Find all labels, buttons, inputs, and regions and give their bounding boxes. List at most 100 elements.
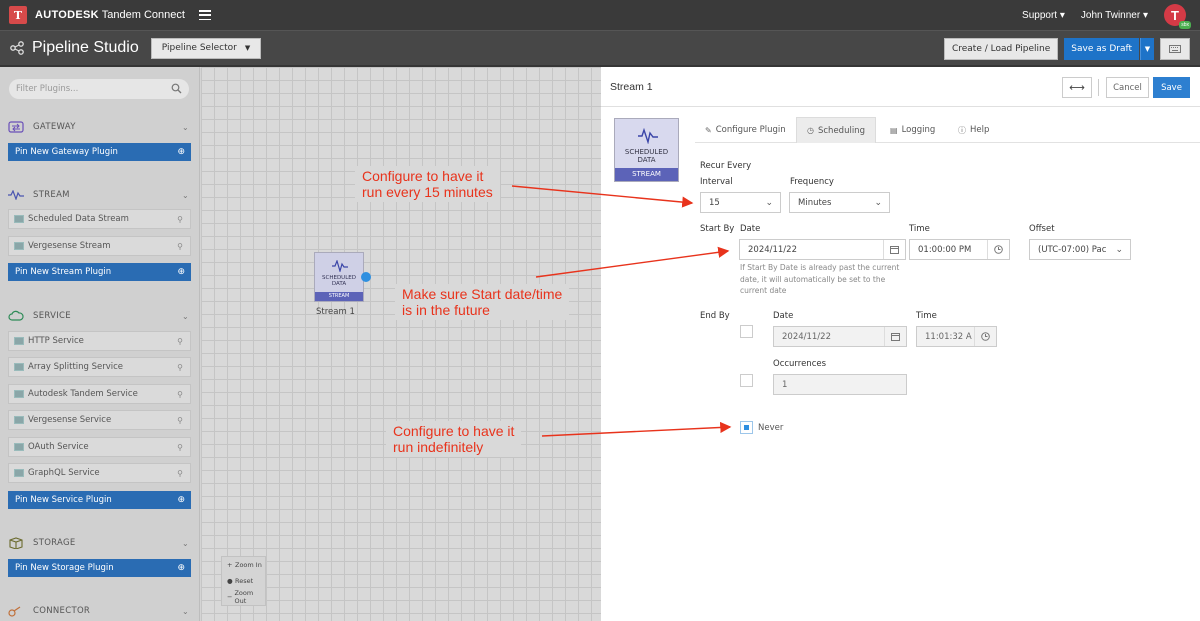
chevron-down-icon: ⌄ — [1115, 244, 1123, 255]
save-as-draft-button[interactable]: Save as Draft — [1064, 38, 1139, 60]
tab-logging[interactable]: ▤ Logging — [880, 117, 945, 143]
pin-icon[interactable]: ⚲ — [177, 416, 183, 425]
occurrences-label: Occurrences — [773, 359, 827, 369]
pin-gateway-plugin-button[interactable]: Pin New Gateway Plugin ⊕ — [8, 143, 191, 161]
zoom-controls: + Zoom In ● Reset − Zoom Out — [221, 556, 266, 606]
never-checkbox[interactable] — [740, 421, 753, 434]
pin-label: Pin New Service Plugin — [15, 495, 112, 505]
hamburger-menu-icon[interactable] — [198, 10, 211, 20]
occurrences-checkbox[interactable] — [740, 374, 753, 387]
connector-icon — [8, 605, 26, 617]
clock-icon[interactable] — [974, 327, 996, 346]
pipeline-canvas[interactable]: SCHEDULED DATA STREAM Stream 1 + Zoom In ●… — [201, 67, 601, 621]
pipeline-selector-label: Pipeline Selector — [161, 43, 237, 53]
pipeline-share-icon — [10, 41, 24, 55]
clock-icon: ◷ — [807, 126, 814, 135]
plugin-sidebar: Filter Plugins... GATEWAY ⌄ Pin New Gate… — [0, 67, 200, 621]
stream-node[interactable]: SCHEDULED DATA STREAM — [314, 252, 364, 302]
calendar-icon[interactable] — [883, 240, 905, 259]
offset-select[interactable]: (UTC-07:00) Pac ⌄ — [1029, 239, 1131, 260]
top-bar: T AUTODESK Tandem Connect Support ▾ John… — [0, 0, 1200, 30]
support-menu[interactable]: Support ▾ — [1022, 10, 1065, 21]
plugin-vergesense-stream[interactable]: Vergesense Stream ⚲ — [8, 236, 191, 256]
expand-arrows-icon[interactable]: ⟷ — [1062, 77, 1092, 98]
section-connector[interactable]: CONNECTOR ⌄ — [8, 602, 192, 620]
pin-icon[interactable]: ⚲ — [177, 390, 183, 399]
interval-select[interactable]: 15 ⌄ — [700, 192, 781, 213]
section-service[interactable]: SERVICE ⌄ — [8, 307, 192, 325]
cancel-button[interactable]: Cancel — [1106, 77, 1149, 98]
calendar-icon[interactable] — [884, 327, 906, 346]
tab-configure-plugin[interactable]: ✎ Configure Plugin — [695, 117, 796, 143]
chevron-down-icon: ⌄ — [874, 197, 882, 208]
plugin-scheduled-data-stream[interactable]: Scheduled Data Stream ⚲ — [8, 209, 191, 229]
keyboard-icon[interactable] — [1160, 38, 1190, 60]
clock-icon[interactable] — [987, 240, 1009, 259]
recur-every-label: Recur Every — [700, 161, 752, 171]
plugin-thumbnail-icon — [14, 469, 24, 477]
user-menu[interactable]: John Twinner ▾ — [1081, 10, 1148, 21]
panel-tabs: ✎ Configure Plugin ◷ Scheduling ▤ Logging ⓘ… — [695, 117, 1200, 143]
chevron-down-icon: ⌄ — [181, 190, 189, 200]
reset-zoom-button[interactable]: ● Reset — [222, 573, 265, 589]
minus-icon: − — [227, 593, 233, 601]
pin-label: Pin New Stream Plugin — [15, 267, 112, 277]
start-date-label: Date — [740, 224, 761, 234]
pipeline-selector[interactable]: Pipeline Selector ▼ — [150, 37, 262, 59]
section-gateway[interactable]: GATEWAY ⌄ — [8, 118, 192, 136]
pin-icon[interactable]: ⚲ — [177, 215, 183, 224]
tab-help[interactable]: ⓘ Help — [948, 117, 999, 143]
plugin-graphql-service[interactable]: GraphQL Service ⚲ — [8, 463, 191, 483]
pin-icon[interactable]: ⚲ — [177, 443, 183, 452]
pin-icon[interactable]: ⚲ — [177, 363, 183, 372]
studio-bar: Pipeline Studio Pipeline Selector ▼ Crea… — [0, 30, 1200, 67]
section-storage[interactable]: STORAGE ⌄ — [8, 534, 192, 552]
end-date-label: Date — [773, 311, 794, 321]
filter-plugins-input[interactable]: Filter Plugins... — [9, 79, 189, 99]
stream-icon — [8, 190, 26, 200]
page-title: Pipeline Studio — [32, 39, 139, 56]
end-date-input[interactable]: 2024/11/22 — [773, 326, 907, 347]
plus-circle-icon: ⊕ — [177, 267, 185, 277]
pin-icon[interactable]: ⚲ — [177, 242, 183, 251]
end-time-label: Time — [916, 311, 937, 321]
node-type: STREAM — [315, 292, 363, 301]
create-load-pipeline-button[interactable]: Create / Load Pipeline — [943, 38, 1059, 60]
tab-scheduling[interactable]: ◷ Scheduling — [796, 117, 876, 143]
plugin-label: Vergesense Service — [28, 415, 112, 425]
avatar[interactable]: T sbx — [1164, 4, 1191, 29]
plugin-config-panel: Stream 1 ⟷ Cancel Save SCHEDULED DATA STR… — [601, 67, 1200, 621]
plugin-autodesk-tandem-service[interactable]: Autodesk Tandem Service ⚲ — [8, 384, 191, 404]
save-options-dropdown-icon[interactable]: ▼ — [1140, 38, 1154, 60]
start-date-input[interactable]: 2024/11/22 — [739, 239, 906, 260]
plugin-vergesense-service[interactable]: Vergesense Service ⚲ — [8, 410, 191, 430]
zoom-out-button[interactable]: − Zoom Out — [222, 589, 265, 605]
plugin-http-service[interactable]: HTTP Service ⚲ — [8, 331, 191, 351]
plugin-thumbnail-icon — [14, 390, 24, 398]
pin-stream-plugin-button[interactable]: Pin New Stream Plugin ⊕ — [8, 263, 191, 281]
node-output-port[interactable] — [361, 272, 371, 282]
end-time-input[interactable]: 11:01:32 A — [916, 326, 997, 347]
plus-circle-icon: ⊕ — [177, 147, 185, 157]
pin-storage-plugin-button[interactable]: Pin New Storage Plugin ⊕ — [8, 559, 191, 577]
chevron-down-icon: ⌄ — [181, 606, 189, 616]
search-icon — [171, 83, 182, 94]
pin-icon[interactable]: ⚲ — [177, 337, 183, 346]
plugin-oauth-service[interactable]: OAuth Service ⚲ — [8, 437, 191, 457]
plugin-array-splitting-service[interactable]: Array Splitting Service ⚲ — [8, 357, 191, 377]
pin-service-plugin-button[interactable]: Pin New Service Plugin ⊕ — [8, 491, 191, 509]
occurrences-input[interactable]: 1 — [773, 374, 907, 395]
frequency-select[interactable]: Minutes ⌄ — [789, 192, 890, 213]
zoom-in-button[interactable]: + Zoom In — [222, 557, 265, 573]
end-by-date-checkbox[interactable] — [740, 325, 753, 338]
plugin-label: Scheduled Data Stream — [28, 214, 129, 224]
info-icon: ⓘ — [958, 125, 966, 135]
section-title: SERVICE — [33, 311, 71, 321]
app-logo: T — [9, 6, 27, 24]
start-time-label: Time — [909, 224, 930, 234]
section-title: STORAGE — [33, 538, 76, 548]
start-time-input[interactable]: 01:00:00 PM — [909, 239, 1010, 260]
section-stream[interactable]: STREAM ⌄ — [8, 186, 192, 204]
pin-icon[interactable]: ⚲ — [177, 469, 183, 478]
save-button[interactable]: Save — [1153, 77, 1190, 98]
